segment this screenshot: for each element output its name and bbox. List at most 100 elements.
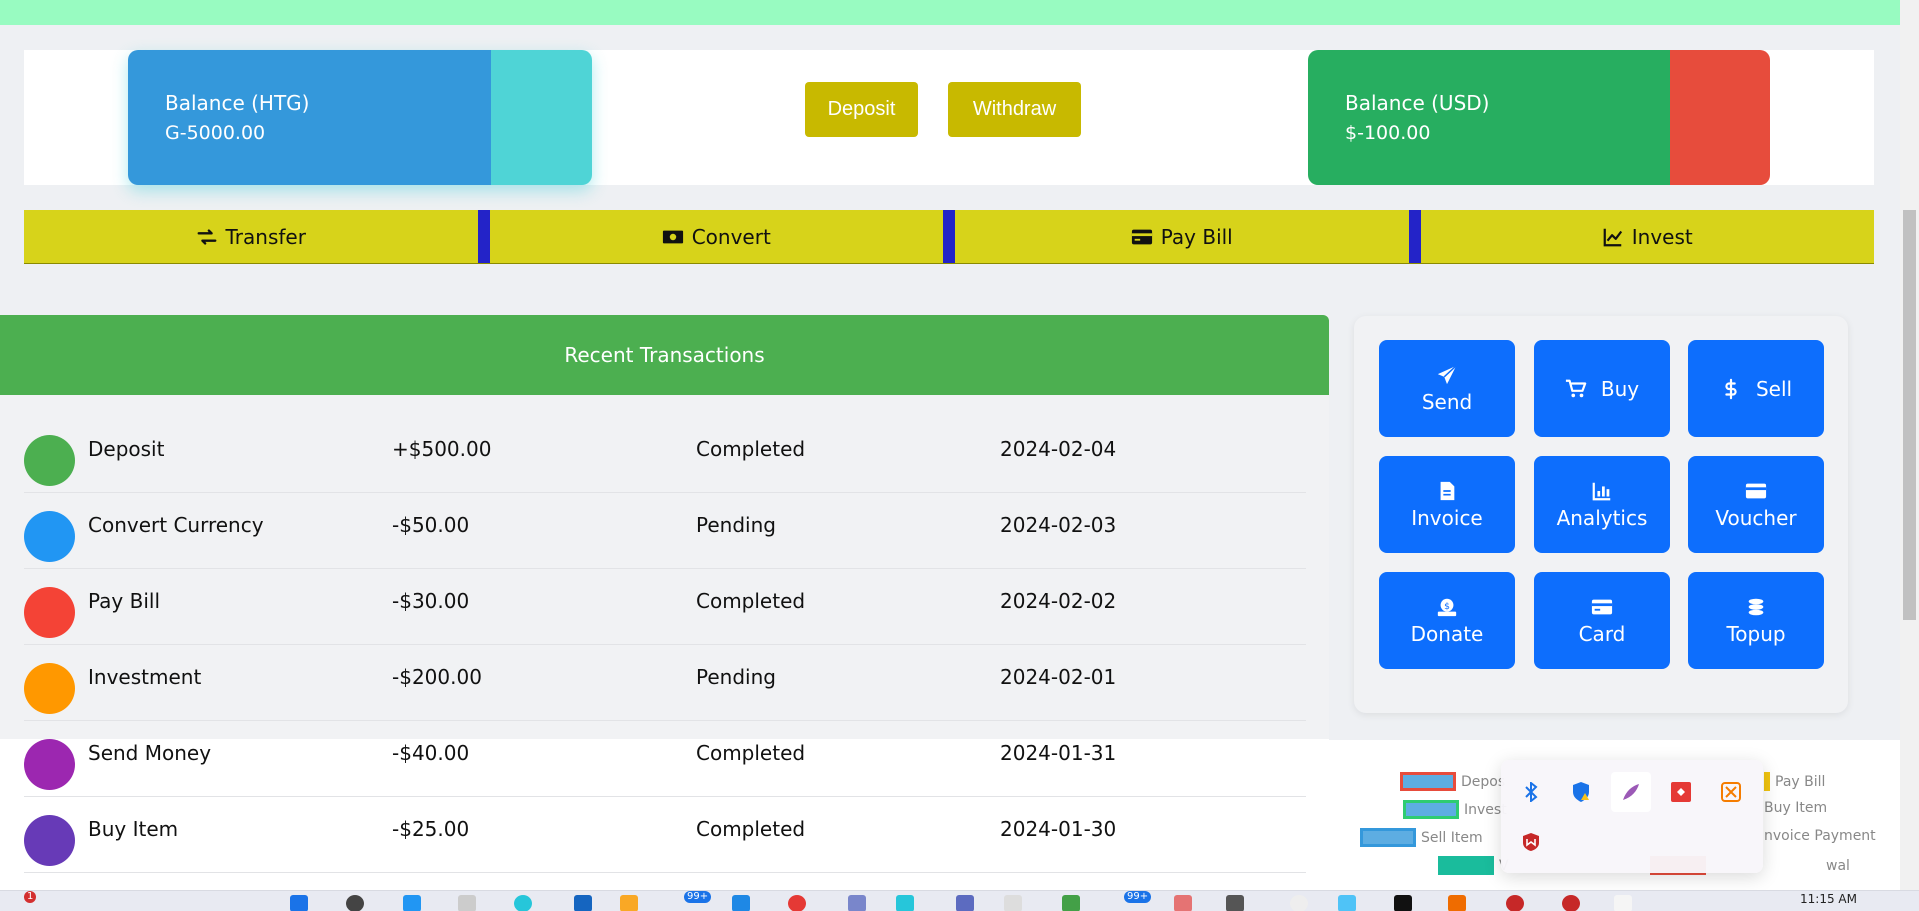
search-icon[interactable] — [346, 895, 364, 911]
money-bill-icon — [662, 230, 683, 243]
legend-label: wal — [1826, 857, 1850, 874]
windows-start-icon[interactable] — [290, 895, 308, 911]
coins-icon — [1748, 598, 1764, 615]
analytics-button[interactable]: Analytics — [1534, 456, 1670, 553]
nav-pay-bill-label: Pay Bill — [1160, 224, 1233, 249]
windows-taskbar: 1 99+ 99+ 11:15 AM — [0, 890, 1919, 911]
transaction-date: 2024-01-31 — [1000, 741, 1117, 765]
legend-label: Buy Item — [1764, 800, 1828, 816]
bar-chart-icon — [1592, 482, 1611, 500]
terminal-icon[interactable] — [896, 895, 914, 911]
app-icon[interactable] — [1004, 895, 1022, 911]
chart-legend-item: Pay Bill — [1764, 772, 1825, 791]
bluetooth-icon[interactable] — [1511, 772, 1551, 812]
legend-label: Sell Item — [1421, 829, 1483, 846]
vertical-scrollbar[interactable] — [1900, 0, 1919, 890]
invoice-button[interactable]: Invoice — [1379, 456, 1515, 553]
legend-swatch — [1438, 856, 1494, 875]
transaction-row[interactable]: Buy Item -$25.00 Completed 2024-01-30 — [24, 797, 1306, 873]
chrome-icon[interactable] — [788, 895, 806, 911]
action-nav-bar: Transfer Convert Pay Bill Invest — [24, 210, 1874, 264]
notification-badge: 1 — [24, 891, 37, 903]
nav-convert[interactable]: Convert — [490, 210, 944, 263]
topup-button[interactable]: Topup — [1688, 572, 1824, 669]
app-icon[interactable] — [1562, 895, 1580, 911]
excel-icon[interactable] — [1062, 895, 1080, 911]
nav-divider — [1408, 210, 1421, 263]
transaction-status: Pending — [696, 513, 776, 537]
legend-swatch — [1764, 772, 1770, 791]
sell-label: Sell — [1755, 376, 1793, 401]
withdraw-button[interactable]: Withdraw — [948, 82, 1081, 137]
voucher-button[interactable]: Voucher — [1688, 456, 1824, 553]
transaction-amount: -$25.00 — [392, 817, 470, 841]
top-banner — [0, 0, 1900, 25]
donate-button[interactable]: $ Donate — [1379, 572, 1515, 669]
chart-legend-item: Buy Item — [1764, 800, 1827, 816]
analytics-label: Analytics — [1556, 505, 1648, 530]
edge-icon[interactable] — [514, 895, 532, 911]
app-icon[interactable] — [1174, 895, 1192, 911]
buy-label: Buy — [1600, 376, 1640, 401]
nav-invest[interactable]: Invest — [1421, 210, 1875, 263]
balance-htg-value: G-5000.00 — [165, 122, 266, 144]
credit-card-icon — [1131, 229, 1152, 244]
app-icon[interactable] — [956, 895, 974, 911]
file-explorer-icon[interactable] — [620, 895, 638, 911]
store-icon[interactable] — [732, 895, 750, 911]
balance-usd-title: Balance (USD) — [1345, 91, 1490, 115]
nav-pay-bill[interactable]: Pay Bill — [955, 210, 1409, 263]
send-button[interactable]: Send — [1379, 340, 1515, 437]
deposit-button[interactable]: Deposit — [805, 82, 918, 137]
feather-app-icon[interactable] — [1611, 772, 1651, 812]
chart-legend-item: Sell Item — [1360, 828, 1483, 847]
transaction-amount: +$500.00 — [392, 437, 492, 461]
card-button[interactable]: Card — [1534, 572, 1670, 669]
transaction-status: Pending — [696, 665, 776, 689]
transaction-row[interactable]: Deposit +$500.00 Completed 2024-02-04 — [24, 417, 1306, 493]
file-icon — [1440, 481, 1455, 500]
app-icon[interactable] — [1394, 895, 1412, 911]
mcafee-icon[interactable] — [1511, 822, 1551, 862]
transaction-date: 2024-01-30 — [1000, 817, 1117, 841]
transaction-dot — [24, 511, 75, 562]
xampp-icon[interactable] — [1711, 772, 1751, 812]
vscode-icon[interactable] — [574, 895, 592, 911]
balance-usd-main: Balance (USD) $-100.00 — [1308, 50, 1670, 185]
task-view-icon[interactable] — [403, 895, 421, 911]
transaction-dot — [24, 739, 75, 790]
scrollbar-thumb[interactable] — [1903, 210, 1916, 620]
tray-overflow-icon[interactable] — [1614, 895, 1632, 911]
card-icon — [1745, 483, 1767, 498]
transaction-status: Completed — [696, 589, 806, 613]
nav-divider — [943, 210, 955, 263]
transaction-dot — [24, 815, 75, 866]
transaction-row[interactable]: Pay Bill -$30.00 Completed 2024-02-02 — [24, 569, 1306, 645]
transaction-row[interactable]: Convert Currency -$50.00 Pending 2024-02… — [24, 493, 1306, 569]
transaction-name: Pay Bill — [88, 589, 161, 613]
voucher-label: Voucher — [1715, 505, 1797, 530]
buy-button[interactable]: Buy — [1534, 340, 1670, 437]
sell-button[interactable]: Sell — [1688, 340, 1824, 437]
app-icon[interactable] — [1338, 895, 1356, 911]
xampp-taskbar-icon[interactable] — [1448, 895, 1466, 911]
transaction-status: Completed — [696, 741, 806, 765]
legend-label: Pay Bill — [1775, 773, 1826, 790]
transaction-row[interactable]: Investment -$200.00 Pending 2024-02-01 — [24, 645, 1306, 721]
anydesk-icon[interactable] — [1661, 772, 1701, 812]
balance-htg-main: Balance (HTG) G-5000.00 — [128, 50, 491, 185]
app-icon[interactable] — [1226, 895, 1244, 911]
svg-text:$: $ — [1444, 600, 1450, 611]
nav-divider — [477, 210, 490, 263]
widgets-icon[interactable] — [458, 895, 476, 911]
app-icon[interactable] — [848, 895, 866, 911]
app-icon[interactable] — [1506, 895, 1524, 911]
app-badge: 99+ — [684, 891, 712, 903]
transaction-row[interactable]: Send Money -$40.00 Completed 2024-01-31 — [24, 721, 1306, 797]
security-shield-icon[interactable] — [1561, 772, 1601, 812]
page: Balance (HTG) G-5000.00 Deposit Withdraw… — [0, 0, 1919, 911]
send-label: Send — [1421, 389, 1473, 414]
nav-transfer[interactable]: Transfer — [24, 210, 478, 263]
legend-swatch — [1403, 800, 1459, 819]
app-icon[interactable] — [1290, 895, 1308, 911]
